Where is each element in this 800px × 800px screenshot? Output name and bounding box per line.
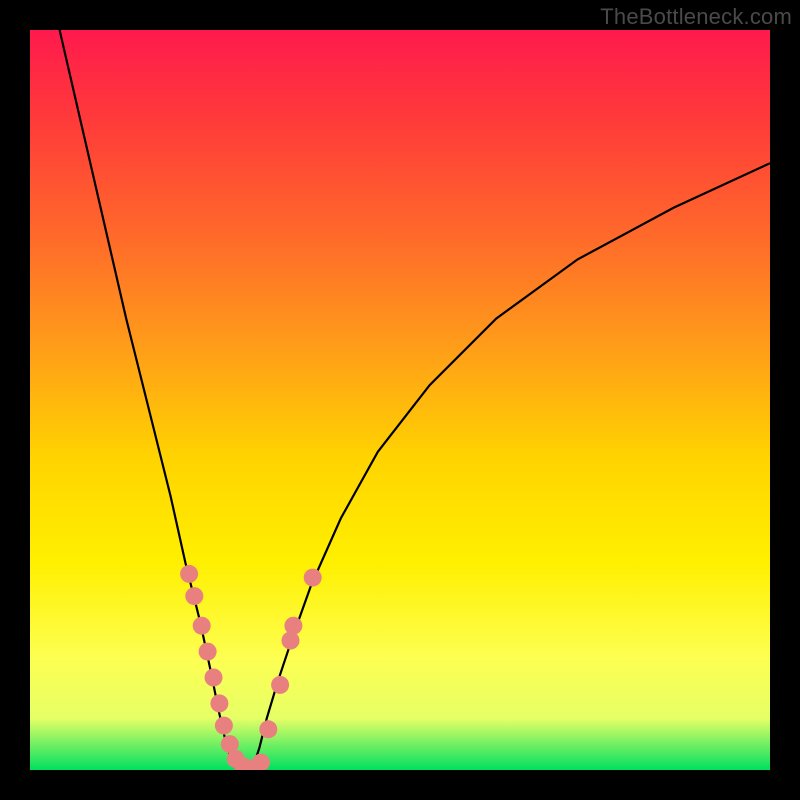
data-marker	[271, 676, 289, 694]
chart-svg	[30, 30, 770, 770]
curve-right	[252, 163, 770, 770]
data-marker	[193, 617, 211, 635]
watermark-text: TheBottleneck.com	[600, 4, 792, 30]
data-marker	[199, 643, 217, 661]
chart-frame: TheBottleneck.com	[0, 0, 800, 800]
data-marker	[185, 587, 203, 605]
data-marker	[210, 694, 228, 712]
data-marker	[180, 565, 198, 583]
data-marker	[284, 617, 302, 635]
data-marker	[259, 720, 277, 738]
data-marker	[252, 754, 270, 770]
data-marker	[304, 569, 322, 587]
data-marker	[205, 669, 223, 687]
data-markers	[180, 565, 322, 770]
plot-area	[30, 30, 770, 770]
data-marker	[215, 717, 233, 735]
